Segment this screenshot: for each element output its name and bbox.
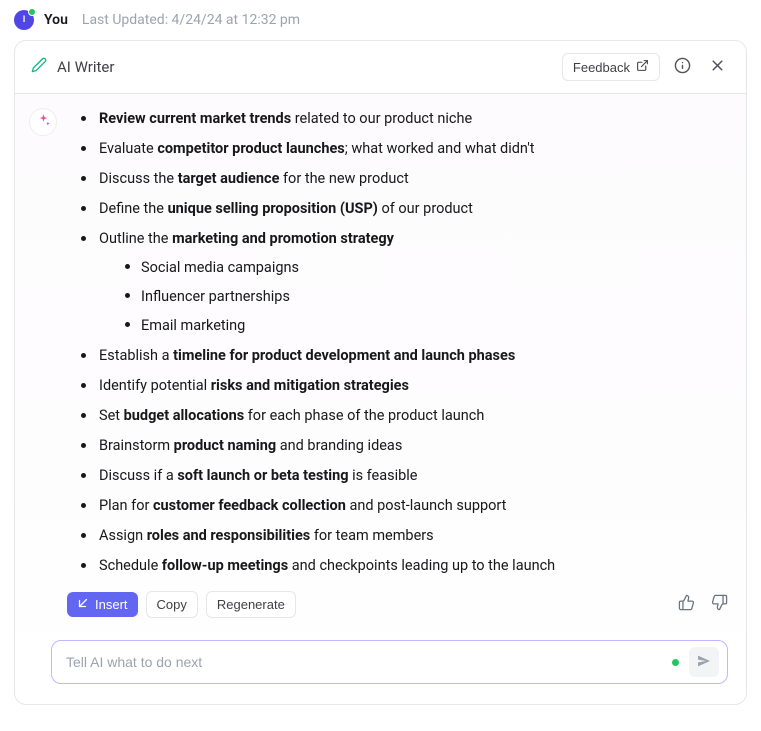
- insert-button[interactable]: Insert: [67, 592, 138, 617]
- close-icon: [709, 57, 726, 77]
- copy-button[interactable]: Copy: [146, 591, 198, 618]
- insert-arrow-icon: [77, 597, 89, 612]
- regenerate-button[interactable]: Regenerate: [206, 591, 296, 618]
- list-item: Identify potential risks and mitigation …: [81, 375, 732, 396]
- insert-label: Insert: [95, 597, 128, 612]
- input-row: [15, 632, 746, 704]
- panel-header: AI Writer Feedback: [15, 41, 746, 94]
- panel-body: Review current market trends related to …: [15, 94, 746, 632]
- list-item: Assign roles and responsibilities for te…: [81, 525, 732, 546]
- list-item: Review current market trends related to …: [81, 108, 732, 129]
- list-item: Outline the marketing and promotion stra…: [81, 228, 732, 336]
- pencil-icon: [31, 57, 47, 77]
- feedback-label: Feedback: [573, 60, 630, 75]
- close-button[interactable]: [705, 53, 730, 81]
- info-icon: [674, 57, 691, 77]
- external-link-icon: [636, 59, 649, 75]
- list-item: Discuss if a soft launch or beta testing…: [81, 465, 732, 486]
- action-row: Insert Copy Regenerate: [67, 590, 732, 624]
- list-item: Establish a timeline for product develop…: [81, 345, 732, 366]
- list-item: Social media campaigns: [125, 257, 732, 278]
- send-icon: [696, 653, 712, 672]
- presence-dot: [28, 8, 36, 16]
- list-item: Email marketing: [125, 315, 732, 336]
- sparkle-badge: [29, 108, 57, 136]
- prompt-input-wrap[interactable]: [51, 640, 728, 684]
- thumbs-down-icon: [711, 599, 728, 614]
- last-updated-label: Last Updated: 4/24/24 at 12:32 pm: [82, 12, 300, 28]
- send-button[interactable]: [689, 647, 719, 677]
- list-item: Define the unique selling proposition (U…: [81, 198, 732, 219]
- page-header: I You Last Updated: 4/24/24 at 12:32 pm: [0, 0, 761, 40]
- sparkle-icon: [36, 113, 51, 132]
- list-item: Evaluate competitor product launches; wh…: [81, 138, 732, 159]
- feedback-button[interactable]: Feedback: [562, 53, 660, 81]
- list-item: Schedule follow-up meetings and checkpoi…: [81, 555, 732, 576]
- avatar: I: [14, 10, 34, 30]
- list-item: Set budget allocations for each phase of…: [81, 405, 732, 426]
- sub-bullet-list: Social media campaigns Influencer partner…: [99, 257, 732, 336]
- panel-title: AI Writer: [57, 58, 552, 76]
- list-item: Brainstorm product naming and branding i…: [81, 435, 732, 456]
- you-label: You: [44, 12, 68, 28]
- bullet-list: Review current market trends related to …: [67, 108, 732, 576]
- thumbs-up-icon: [678, 599, 695, 614]
- info-button[interactable]: [670, 53, 695, 81]
- list-item: Plan for customer feedback collection an…: [81, 495, 732, 516]
- prompt-input[interactable]: [66, 654, 662, 670]
- thumbs-down-button[interactable]: [707, 590, 732, 618]
- content-area: Review current market trends related to …: [67, 108, 732, 624]
- live-dot: [672, 659, 679, 666]
- list-item: Influencer partnerships: [125, 286, 732, 307]
- list-item: Discuss the target audience for the new …: [81, 168, 732, 189]
- ai-writer-panel: AI Writer Feedback Review current market…: [14, 40, 747, 705]
- thumbs-up-button[interactable]: [674, 590, 699, 618]
